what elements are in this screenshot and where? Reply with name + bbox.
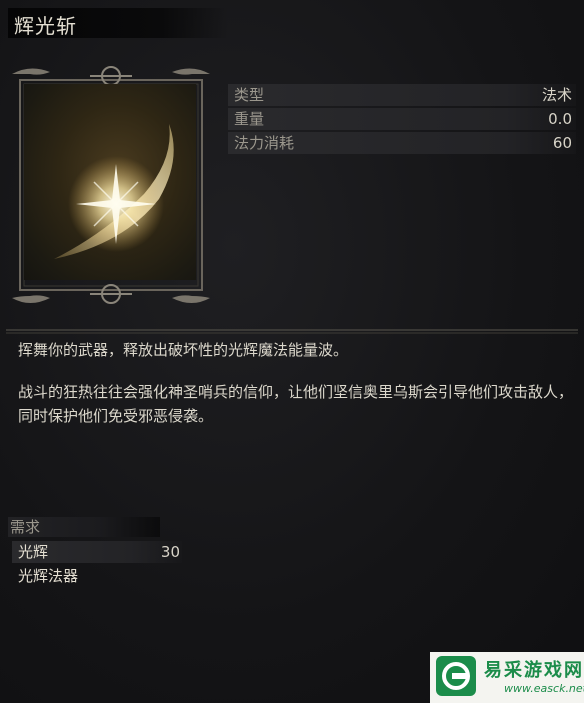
stat-value: 法术 [541,86,572,104]
stat-label: 法力消耗 [234,134,295,152]
site-logo-icon [436,656,476,696]
item-title: 辉光斩 [14,14,77,38]
requirement-label: 光辉 [18,543,49,561]
stat-value: 0.0 [548,110,572,128]
item-description: 挥舞你的武器，释放出破坏性的光辉魔法能量波。 战斗的狂热往往会强化神圣哨兵的信仰… [18,338,578,446]
watermark-url: www.easck.net [504,682,584,695]
stat-row-fp-cost: 法力消耗 60 [228,132,576,154]
stat-row-type: 类型 法术 [228,84,576,106]
section-divider [6,320,578,334]
stat-label: 重量 [234,110,265,128]
requirement-value: 30 [160,543,180,561]
requirement-row-faith: 光辉 30 [12,541,182,563]
description-lore: 战斗的狂热往往会强化神圣哨兵的信仰，让他们坚信奥里乌斯会引导他们攻击敌人，同时保… [18,383,574,425]
description-effect: 挥舞你的武器，释放出破坏性的光辉魔法能量波。 [18,341,349,359]
stat-row-weight: 重量 0.0 [228,108,576,130]
requirements-header: 需求 [8,517,160,537]
radiant-slash-icon [54,124,174,259]
stats-panel: 类型 法术 重量 0.0 法力消耗 60 [228,84,576,156]
site-watermark: 易采游戏网 www.easck.net [430,652,584,703]
item-artwork [24,84,196,280]
stat-label: 类型 [234,86,265,104]
requirement-row-catalyst: 光辉法器 [12,565,182,587]
stat-value: 60 [552,134,572,152]
watermark-site-name: 易采游戏网 [484,660,584,681]
requirement-label: 光辉法器 [18,567,79,585]
